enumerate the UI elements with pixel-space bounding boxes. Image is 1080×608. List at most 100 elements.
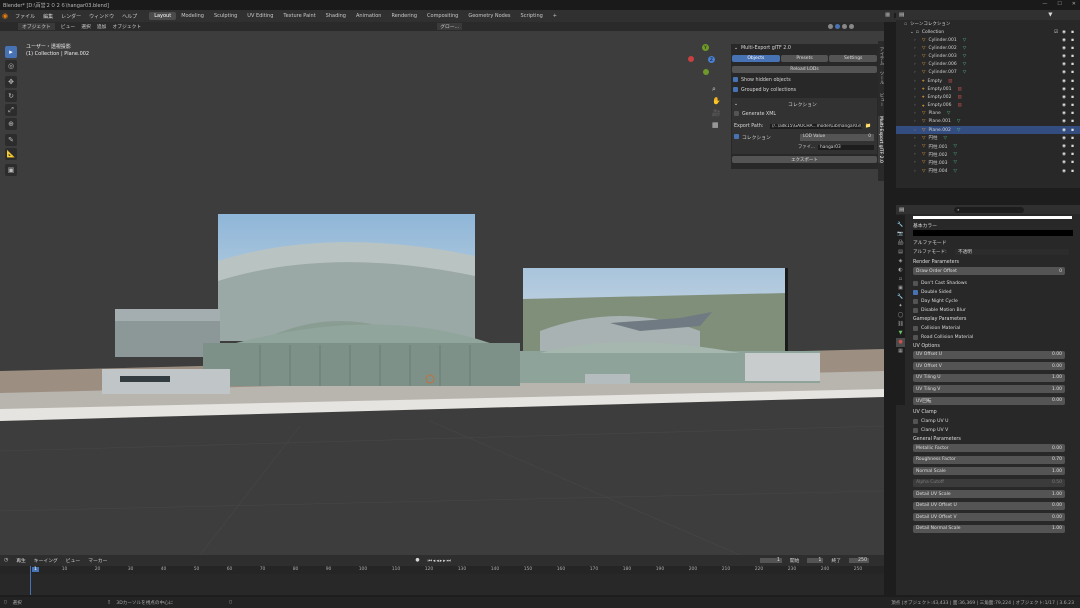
outliner-item[interactable]: › ▽ Cylinder.003 ▽ ◉ ▪ <box>896 52 1080 60</box>
outliner-item[interactable]: › ▽ Plane ▽ ◉ ▪ <box>896 110 1080 118</box>
mesh-data-icon[interactable]: ▽ <box>943 136 946 141</box>
collection-row[interactable]: ⌄ ▫ Collection ☑ ◉ ▪ <box>896 28 1080 36</box>
export-button[interactable]: エクスポート <box>732 156 877 163</box>
menu-select[interactable]: 選択 <box>81 23 91 30</box>
eye-icon[interactable]: ◉ <box>1062 95 1066 100</box>
current-frame-field[interactable]: 1 <box>759 558 782 563</box>
expand-icon[interactable]: › <box>914 103 916 108</box>
expand-icon[interactable]: › <box>914 152 916 157</box>
outliner-item[interactable]: › ▽ Cylinder.001 ▽ ◉ ▪ <box>896 36 1080 44</box>
scene-collection-row[interactable]: ▫ シーンコレクション <box>896 20 1080 28</box>
transform-tool-icon[interactable]: ⊕ <box>5 118 17 130</box>
outliner-item[interactable]: › ▽ Plane.002 ▽ ◉ ▪ <box>896 126 1080 135</box>
constraint-icon[interactable]: ▥ <box>957 87 961 92</box>
numeric-field[interactable]: UV回転 0.00 <box>913 396 1065 405</box>
numeric-field[interactable]: Detail Normal Scale 1.00 <box>913 524 1065 533</box>
file-name-input[interactable]: hangar03 <box>818 144 874 150</box>
tab-geometry-nodes[interactable]: Geometry Nodes <box>463 12 515 20</box>
eye-icon[interactable]: ◉ <box>1062 62 1066 67</box>
expand-icon[interactable]: › <box>914 95 916 100</box>
gizmo-x-neg[interactable] <box>688 56 694 62</box>
camera-icon[interactable]: ▪ <box>1071 152 1074 157</box>
playhead[interactable] <box>30 566 31 595</box>
expand-icon[interactable]: › <box>914 70 916 75</box>
tab-settings[interactable]: Settings <box>829 55 878 62</box>
day-night-checkbox[interactable]: Day Night Cycle <box>913 297 1080 306</box>
outliner-item[interactable]: › ▽ Plane.001 ▽ ◉ ▪ <box>896 118 1080 126</box>
clamp-u-checkbox[interactable]: Clamp UV U <box>913 417 1080 426</box>
mesh-data-icon[interactable]: ▽ <box>963 54 966 59</box>
eye-icon[interactable]: ◉ <box>1062 70 1066 75</box>
eye-icon[interactable]: ◉ <box>1062 79 1066 84</box>
expand-icon[interactable]: › <box>914 128 916 133</box>
collection-checkbox[interactable] <box>734 134 742 140</box>
expand-icon[interactable]: › <box>914 46 916 51</box>
reload-lods-button[interactable]: Reload LODs <box>732 66 877 73</box>
navigation-gizmo[interactable]: Y Z <box>686 44 716 75</box>
shading-buttons[interactable] <box>828 24 855 29</box>
tab-item[interactable]: アイテム <box>878 47 884 65</box>
menu-timeline-view[interactable]: ビュー <box>66 557 80 564</box>
generate-xml-checkbox[interactable]: Generate XML <box>734 111 875 119</box>
rotate-tool-icon[interactable]: ↻ <box>5 90 17 102</box>
camera-icon[interactable]: 🎥 <box>712 107 721 119</box>
numeric-field[interactable]: UV Offset U 0.00 <box>913 350 1065 359</box>
tab-sculpting[interactable]: Sculpting <box>209 12 242 20</box>
tab-presets[interactable]: Presets <box>780 55 829 62</box>
numeric-field[interactable]: Detail UV Scale 1.00 <box>913 490 1065 498</box>
menu-window[interactable]: ウィンドウ <box>85 13 118 20</box>
playback-controls[interactable]: ⏮◂◂▸▸⏭ <box>428 558 452 564</box>
end-field[interactable]: 250 <box>849 558 870 563</box>
outliner-item[interactable]: › ▽ 円柱.004 ▽ ◉ ▪ <box>896 167 1080 175</box>
expand-icon[interactable]: › <box>914 136 916 141</box>
camera-icon[interactable]: ▪ <box>1071 119 1074 124</box>
timeline-ruler[interactable]: 1 10 20 30 40 50 60 70 80 90 100 110 120 130 140 150 160… <box>0 566 884 574</box>
camera-icon[interactable]: ▪ <box>1071 169 1074 174</box>
scene-tab-icon[interactable]: ◈ <box>896 257 905 266</box>
select-tool-icon[interactable]: ▸ <box>5 46 17 58</box>
add-cube-tool-icon[interactable]: ▣ <box>5 164 17 176</box>
expand-icon[interactable]: › <box>914 169 916 174</box>
outliner-item[interactable]: › ⌖ Empty.002 ▥ ◉ ▪ <box>896 93 1080 101</box>
numeric-field[interactable]: Detail UV Offset U 0.00 <box>913 501 1065 510</box>
grouped-checkbox[interactable]: Grouped by collections <box>733 86 876 96</box>
outliner-item[interactable]: › ▽ Cylinder.002 ▽ ◉ ▪ <box>896 44 1080 52</box>
numeric-field[interactable]: Metallic Factor 0.00 <box>913 444 1065 452</box>
camera-icon[interactable]: ▪ <box>1071 54 1074 59</box>
road-collision-checkbox[interactable]: Road Collision Material <box>913 333 1080 342</box>
eye-icon[interactable]: ◉ <box>1062 87 1066 92</box>
tab-shading[interactable]: Shading <box>321 12 351 20</box>
tab-animation[interactable]: Animation <box>351 12 387 20</box>
camera-icon[interactable]: ▪ <box>1071 87 1074 92</box>
eye-icon[interactable]: ◉ <box>1062 144 1066 149</box>
show-hidden-checkbox[interactable]: Show hidden objects <box>733 76 876 86</box>
eye-icon[interactable]: ◉ <box>1062 128 1066 133</box>
expand-icon[interactable]: › <box>914 144 916 149</box>
camera-icon[interactable]: ▪ <box>1071 46 1074 51</box>
collection-tab-icon[interactable]: ▫ <box>896 275 905 284</box>
particles-tab-icon[interactable]: ✦ <box>896 302 905 311</box>
maximize-icon[interactable]: ☐ <box>1057 1 1061 7</box>
object-tab-icon[interactable]: ▣ <box>896 284 905 293</box>
tab-scripting[interactable]: Scripting <box>516 12 548 20</box>
outliner-item[interactable]: › ▽ 円柱.003 ▽ ◉ ▪ <box>896 159 1080 167</box>
outliner-item[interactable]: › ▽ Cylinder.007 ▽ ◉ ▪ <box>896 69 1080 77</box>
editor-type-icon[interactable]: ◷ <box>4 558 8 563</box>
tab-multi-export[interactable]: Multi-Export glTF 2.0 <box>878 116 883 163</box>
tool-tab-icon[interactable]: 🔧 <box>896 221 905 230</box>
grid-icon[interactable]: ▦ <box>712 119 721 131</box>
clamp-v-checkbox[interactable]: Clamp UV V <box>913 426 1080 435</box>
zoom-icon[interactable]: ⌕ <box>712 83 721 95</box>
camera-icon[interactable]: ▪ <box>1071 62 1074 67</box>
world-tab-icon[interactable]: ◐ <box>896 266 905 275</box>
editor-type-icon[interactable]: ▤ <box>899 12 904 18</box>
constraints-tab-icon[interactable]: ⛓ <box>896 320 905 329</box>
gizmo-y-axis[interactable]: Y <box>702 44 709 51</box>
camera-icon[interactable]: ▪ <box>1071 111 1074 116</box>
constraint-icon[interactable]: ▥ <box>957 95 961 100</box>
menu-edit[interactable]: 編集 <box>39 13 57 20</box>
eye-icon[interactable]: ◉ <box>1062 111 1066 116</box>
mode-dropdown[interactable]: オブジェクト <box>18 23 55 30</box>
camera-icon[interactable]: ▪ <box>1071 144 1074 149</box>
camera-icon[interactable]: ▪ <box>1071 38 1074 43</box>
